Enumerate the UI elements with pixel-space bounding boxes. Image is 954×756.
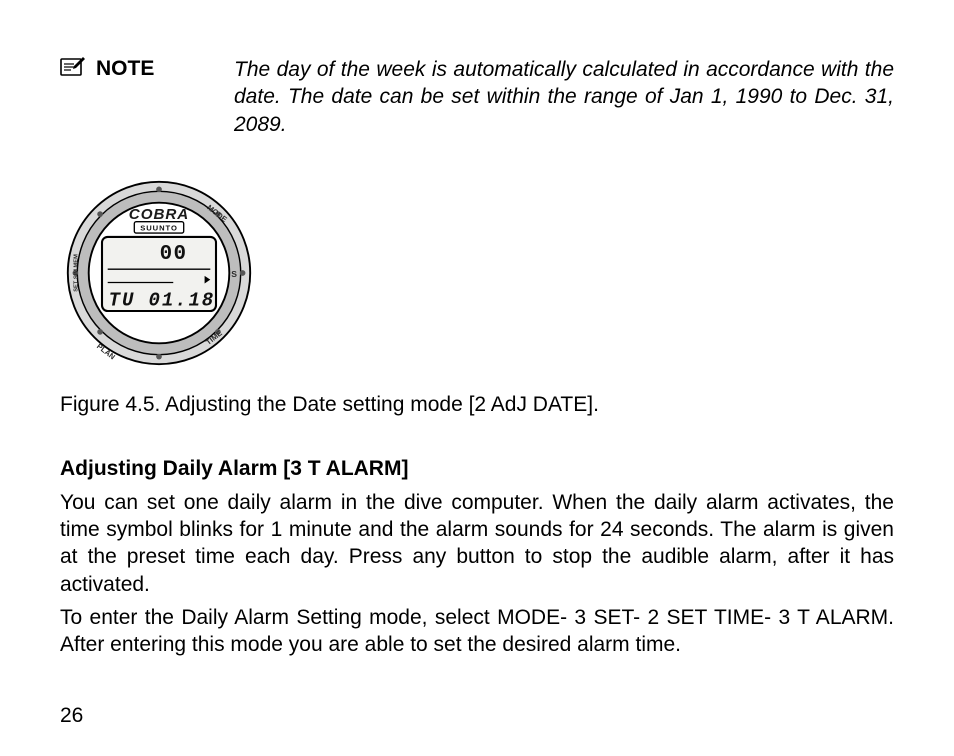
- section-paragraph: You can set one daily alarm in the dive …: [60, 489, 894, 598]
- lcd-bottom: TU 01.18: [109, 289, 215, 311]
- section-paragraph: To enter the Daily Alarm Setting mode, s…: [60, 604, 894, 659]
- figure-caption: Figure 4.5. Adjusting the Date setting m…: [60, 393, 894, 417]
- note-text: The day of the week is automatically cal…: [234, 56, 894, 138]
- device-brand-top: COBRA: [129, 206, 189, 223]
- device-illustration: COBRA SUUNTO 00 TU 01.18 MODE S TIME PLA…: [64, 178, 254, 373]
- lcd-top: 00: [160, 243, 188, 266]
- note-left: NOTE: [60, 56, 210, 81]
- note-label: NOTE: [96, 56, 154, 81]
- bezel-label-setsim: SET SIM MEM: [73, 254, 79, 292]
- page-number: 26: [60, 704, 83, 728]
- section-heading: Adjusting Daily Alarm [3 T ALARM]: [60, 457, 894, 481]
- bezel-label-s: S: [231, 269, 237, 279]
- write-icon: [60, 56, 86, 78]
- device-brand-sub: SUUNTO: [140, 224, 178, 233]
